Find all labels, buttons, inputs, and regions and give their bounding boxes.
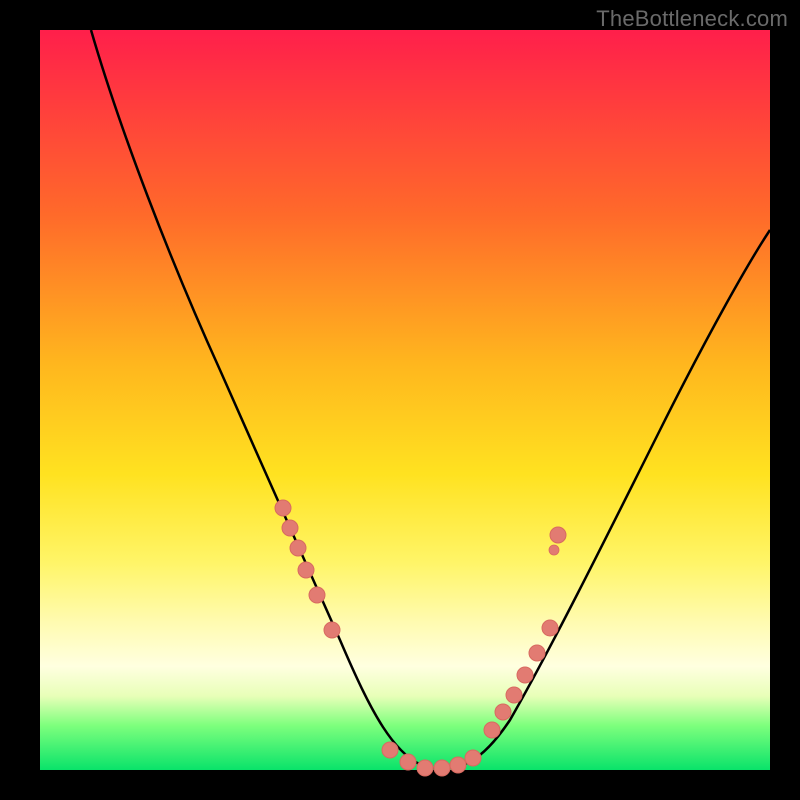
marker-dot <box>400 754 416 770</box>
marker-dot <box>275 500 291 516</box>
bottleneck-curve <box>91 30 770 768</box>
marker-dot <box>506 687 522 703</box>
marker-dot <box>324 622 340 638</box>
marker-dot <box>529 645 545 661</box>
marker-dot <box>495 704 511 720</box>
marker-dot <box>417 760 433 776</box>
watermark-text: TheBottleneck.com <box>596 6 788 32</box>
chart-svg <box>40 30 770 770</box>
marker-dot <box>484 722 500 738</box>
plot-area <box>40 30 770 770</box>
marker-dot <box>549 545 559 555</box>
marker-dot <box>450 757 466 773</box>
marker-dot <box>290 540 306 556</box>
marker-dot <box>542 620 558 636</box>
marker-dot <box>382 742 398 758</box>
marker-dot <box>282 520 298 536</box>
frame: TheBottleneck.com <box>0 0 800 800</box>
marker-dot <box>298 562 314 578</box>
marker-dot <box>434 760 450 776</box>
marker-dot <box>517 667 533 683</box>
marker-dot <box>309 587 325 603</box>
marker-dot <box>465 750 481 766</box>
marker-dot <box>550 527 566 543</box>
